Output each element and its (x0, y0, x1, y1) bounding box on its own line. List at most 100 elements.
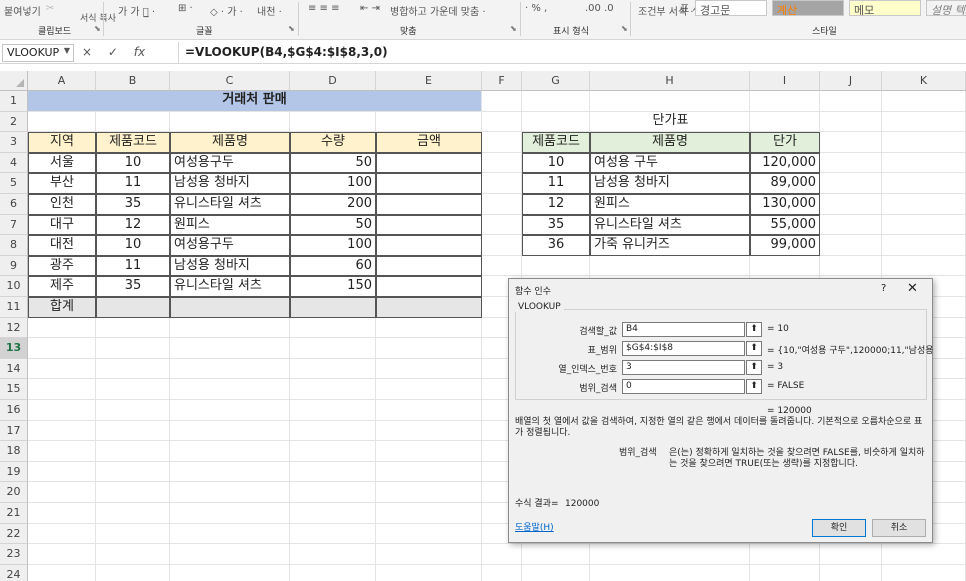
column-header-f[interactable]: F (482, 71, 522, 91)
table-cell[interactable]: 60 (290, 255, 376, 277)
phonetic-button[interactable]: 내천 · (257, 3, 282, 18)
row-header-18[interactable]: 18 (0, 441, 28, 462)
table-cell[interactable]: 여성용구두 (170, 152, 290, 174)
grid-cell[interactable] (96, 420, 170, 442)
grid-cell[interactable] (522, 544, 590, 565)
row-header-7[interactable]: 7 (0, 214, 28, 236)
column-header-e[interactable]: E (376, 71, 482, 91)
row-header-6[interactable]: 6 (0, 194, 28, 215)
grid-cell[interactable] (28, 420, 96, 442)
grid-cell[interactable] (820, 91, 882, 112)
grid-cell[interactable] (376, 111, 482, 133)
table-cell[interactable]: 원피스 (170, 214, 290, 236)
grid-cell[interactable] (750, 91, 820, 112)
collapse-dialog-icon[interactable]: ⬆ (746, 322, 762, 337)
grid-cell[interactable] (882, 194, 966, 215)
price-table-cell[interactable]: 가죽 유니커즈 (590, 235, 750, 256)
insert-function-icon[interactable]: fx (134, 45, 145, 59)
grid-cell[interactable] (590, 564, 750, 581)
grid-cell[interactable] (820, 173, 882, 194)
collapse-dialog-icon[interactable]: ⬆ (746, 341, 762, 356)
grid-cell[interactable] (96, 111, 170, 133)
grid-cell[interactable] (96, 544, 170, 565)
grid-cell[interactable] (376, 564, 482, 581)
row-header-4[interactable]: 4 (0, 152, 28, 174)
name-box[interactable]: VLOOKUP ▼ (2, 44, 74, 62)
price-table-cell[interactable]: 36 (522, 235, 590, 256)
price-table-cell[interactable]: 여성용 구두 (590, 152, 750, 174)
grid-cell[interactable] (290, 503, 376, 524)
collapse-dialog-icon[interactable]: ⬆ (746, 360, 762, 375)
row-header-3[interactable]: 3 (0, 132, 28, 153)
grid-cell[interactable] (882, 214, 966, 236)
grid-cell[interactable] (28, 523, 96, 545)
grid-cell[interactable] (820, 152, 882, 174)
grid-cell[interactable] (96, 441, 170, 462)
grid-cell[interactable] (170, 482, 290, 503)
grid-cell[interactable] (28, 503, 96, 524)
row-header-13[interactable]: 13 (0, 338, 28, 359)
grid-cell[interactable] (96, 523, 170, 545)
grid-cell[interactable] (28, 111, 96, 133)
grid-cell[interactable] (376, 544, 482, 565)
grid-cell[interactable] (170, 338, 290, 359)
grid-cell[interactable] (590, 544, 750, 565)
grid-cell[interactable] (96, 461, 170, 483)
grid-cell[interactable] (522, 564, 590, 581)
column-header-k[interactable]: K (882, 71, 966, 91)
column-header-b[interactable]: B (96, 71, 170, 91)
price-table-cell[interactable]: 120,000 (750, 152, 820, 174)
grid-cell[interactable] (882, 544, 966, 565)
grid-cell[interactable] (482, 173, 522, 194)
grid-cell[interactable] (170, 564, 290, 581)
row-header-9[interactable]: 9 (0, 255, 28, 277)
grid-cell[interactable] (96, 400, 170, 421)
column-header-c[interactable]: C (170, 71, 290, 91)
price-table-cell[interactable]: 10 (522, 152, 590, 174)
column-header-j[interactable]: J (820, 71, 882, 91)
column-header-h[interactable]: H (590, 71, 750, 91)
grid-cell[interactable] (376, 317, 482, 339)
table-cell[interactable]: 10 (96, 152, 170, 174)
grid-cell[interactable] (590, 255, 750, 277)
price-table-cell[interactable]: 89,000 (750, 173, 820, 194)
table-cell[interactable] (376, 194, 482, 215)
table-cell[interactable]: 제주 (28, 276, 96, 297)
table-cell[interactable]: 12 (96, 214, 170, 236)
grid-cell[interactable] (376, 400, 482, 421)
table-cell[interactable] (376, 173, 482, 194)
table-cell[interactable]: 부산 (28, 173, 96, 194)
grid-cell[interactable] (290, 441, 376, 462)
table-cell[interactable]: 유니스타일 셔츠 (170, 194, 290, 215)
table-cell[interactable]: 대전 (28, 235, 96, 256)
grid-cell[interactable] (28, 358, 96, 380)
grid-cell[interactable] (376, 523, 482, 545)
grid-cell[interactable] (882, 235, 966, 256)
grid-cell[interactable] (820, 132, 882, 153)
indent-buttons[interactable]: ⇤ ⇥ (360, 3, 380, 14)
row-header-21[interactable]: 21 (0, 503, 28, 524)
table-cell[interactable]: 11 (96, 255, 170, 277)
row-header-23[interactable]: 23 (0, 544, 28, 565)
column-header-i[interactable]: I (750, 71, 820, 91)
cut-icon[interactable]: ✂ (46, 3, 54, 14)
total-cell[interactable] (290, 297, 376, 318)
table-cell[interactable]: 광주 (28, 255, 96, 277)
row-header-15[interactable]: 15 (0, 379, 28, 400)
grid-cell[interactable] (376, 420, 482, 442)
grid-cell[interactable] (170, 523, 290, 545)
grid-cell[interactable] (750, 564, 820, 581)
row-header-14[interactable]: 14 (0, 358, 28, 380)
table-cell[interactable]: 서울 (28, 152, 96, 174)
table-cell[interactable]: 150 (290, 276, 376, 297)
table-cell[interactable]: 35 (96, 276, 170, 297)
arg-input-table-array[interactable]: $G$4:$I$8 (622, 341, 745, 356)
grid-cell[interactable] (750, 255, 820, 277)
grid-cell[interactable] (376, 358, 482, 380)
help-icon[interactable]: ? (881, 283, 886, 294)
grid-cell[interactable] (170, 111, 290, 133)
grid-cell[interactable] (820, 214, 882, 236)
table-cell[interactable] (376, 235, 482, 256)
grid-cell[interactable] (96, 358, 170, 380)
grid-cell[interactable] (290, 544, 376, 565)
